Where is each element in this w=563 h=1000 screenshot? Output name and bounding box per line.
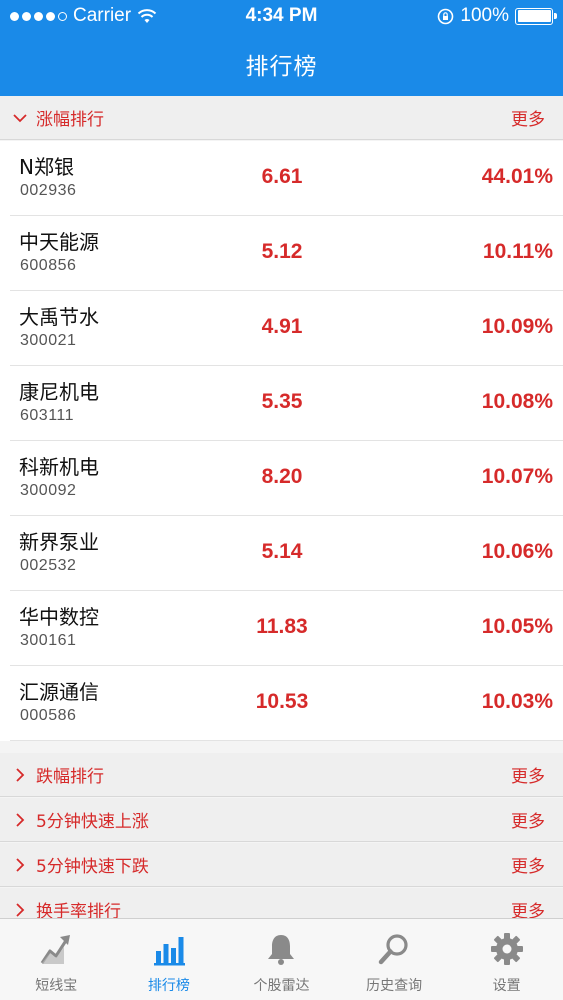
more-link[interactable]: 更多 <box>511 105 545 130</box>
rotation-lock-icon <box>438 8 454 24</box>
stock-change-percent: 10.09% <box>481 315 553 338</box>
search-icon <box>378 934 408 965</box>
bar-chart-icon <box>153 937 185 966</box>
stock-change-percent: 10.03% <box>481 690 553 713</box>
stock-row[interactable]: 新界泵业 002532 5.14 10.06% <box>10 516 563 591</box>
more-link[interactable]: 更多 <box>511 762 545 787</box>
section-title: 5分钟快速下跌 <box>36 857 149 877</box>
stock-price: 10.53 <box>255 690 309 713</box>
chevron-right-icon <box>16 857 25 872</box>
stock-change-percent: 10.08% <box>481 390 553 413</box>
stock-price: 5.14 <box>261 540 303 563</box>
stock-price: 4.91 <box>261 315 303 338</box>
stock-code: 002936 <box>20 182 77 199</box>
stock-name: 大禹节水 <box>19 305 99 329</box>
tab-settings[interactable]: 设置 <box>450 919 563 1000</box>
chevron-right-icon <box>16 902 25 917</box>
stock-code: 600856 <box>20 257 77 274</box>
stock-code: 300021 <box>20 332 77 349</box>
stock-name: 华中数控 <box>19 605 99 629</box>
gear-icon <box>490 933 523 965</box>
stock-change-percent: 10.06% <box>481 540 553 563</box>
stock-name: 新界泵业 <box>19 530 99 554</box>
stock-row[interactable]: 大禹节水 300021 4.91 10.09% <box>10 291 563 366</box>
chevron-right-icon <box>16 767 25 782</box>
stock-price: 5.35 <box>261 390 303 413</box>
stock-list: N郑银 002936 6.61 44.01% 中天能源 600856 5.12 … <box>0 141 563 741</box>
trend-up-icon <box>41 935 71 964</box>
stock-row[interactable]: 华中数控 300161 11.83 10.05% <box>10 591 563 666</box>
section-header-rise-ranking[interactable]: 涨幅排行 更多 <box>0 96 563 140</box>
stock-change-percent: 44.01% <box>481 165 553 188</box>
tab-label: 排行榜 <box>147 978 190 994</box>
battery-icon <box>515 7 557 25</box>
stock-name: 中天能源 <box>19 230 99 254</box>
stock-change-percent: 10.05% <box>481 615 553 638</box>
more-link[interactable]: 更多 <box>511 807 545 832</box>
section-header-fall-ranking[interactable]: 跌幅排行 更多 <box>0 753 563 797</box>
stock-code: 300092 <box>20 482 77 499</box>
stock-code: 000586 <box>20 707 77 724</box>
section-title: 跌幅排行 <box>36 767 104 787</box>
stock-price: 5.12 <box>261 240 303 263</box>
chevron-down-icon <box>13 113 27 122</box>
stock-row[interactable]: N郑银 002936 6.61 44.01% <box>10 141 563 216</box>
battery-percent: 100% <box>460 5 509 26</box>
stock-change-percent: 10.07% <box>481 465 553 488</box>
section-title: 涨幅排行 <box>36 110 104 130</box>
page-title: 排行榜 <box>245 54 318 80</box>
section-header-5min-rise[interactable]: 5分钟快速上涨 更多 <box>0 798 563 842</box>
stock-name: 科新机电 <box>19 455 99 479</box>
tab-history-query[interactable]: 历史查询 <box>338 919 451 1000</box>
stock-code: 002532 <box>20 557 77 574</box>
stock-name: 汇源通信 <box>19 680 99 704</box>
tab-bar: 短线宝 排行榜 个股雷达 历史查询 设置 <box>0 918 563 1000</box>
status-bar: Carrier 4:34 PM 100% <box>0 0 563 32</box>
stock-code: 300161 <box>20 632 77 649</box>
stock-code: 603111 <box>20 407 75 424</box>
more-link[interactable]: 更多 <box>511 852 545 877</box>
stock-price: 8.20 <box>261 465 303 488</box>
tab-ranking[interactable]: 排行榜 <box>113 919 226 1000</box>
stock-name: N郑银 <box>19 155 74 179</box>
section-header-5min-fall[interactable]: 5分钟快速下跌 更多 <box>0 843 563 887</box>
navigation-bar: 排行榜 <box>0 32 563 96</box>
stock-row[interactable]: 科新机电 300092 8.20 10.07% <box>10 441 563 516</box>
tab-label: 个股雷达 <box>253 978 310 994</box>
stock-price: 11.83 <box>256 615 308 638</box>
stock-row[interactable]: 康尼机电 603111 5.35 10.08% <box>10 366 563 441</box>
section-title: 5分钟快速上涨 <box>36 812 149 832</box>
stock-row[interactable]: 中天能源 600856 5.12 10.11% <box>10 216 563 291</box>
stock-row[interactable]: 汇源通信 000586 10.53 10.03% <box>10 666 563 741</box>
tab-label: 历史查询 <box>366 978 423 994</box>
stock-name: 康尼机电 <box>19 380 99 404</box>
bell-icon <box>268 935 295 965</box>
stock-price: 6.61 <box>261 165 303 188</box>
tab-label: 设置 <box>492 978 521 994</box>
chevron-right-icon <box>16 812 25 827</box>
stock-change-percent: 10.11% <box>482 240 553 263</box>
tab-label: 短线宝 <box>35 978 78 994</box>
tab-stock-radar[interactable]: 个股雷达 <box>225 919 338 1000</box>
tab-short-term[interactable]: 短线宝 <box>0 919 113 1000</box>
